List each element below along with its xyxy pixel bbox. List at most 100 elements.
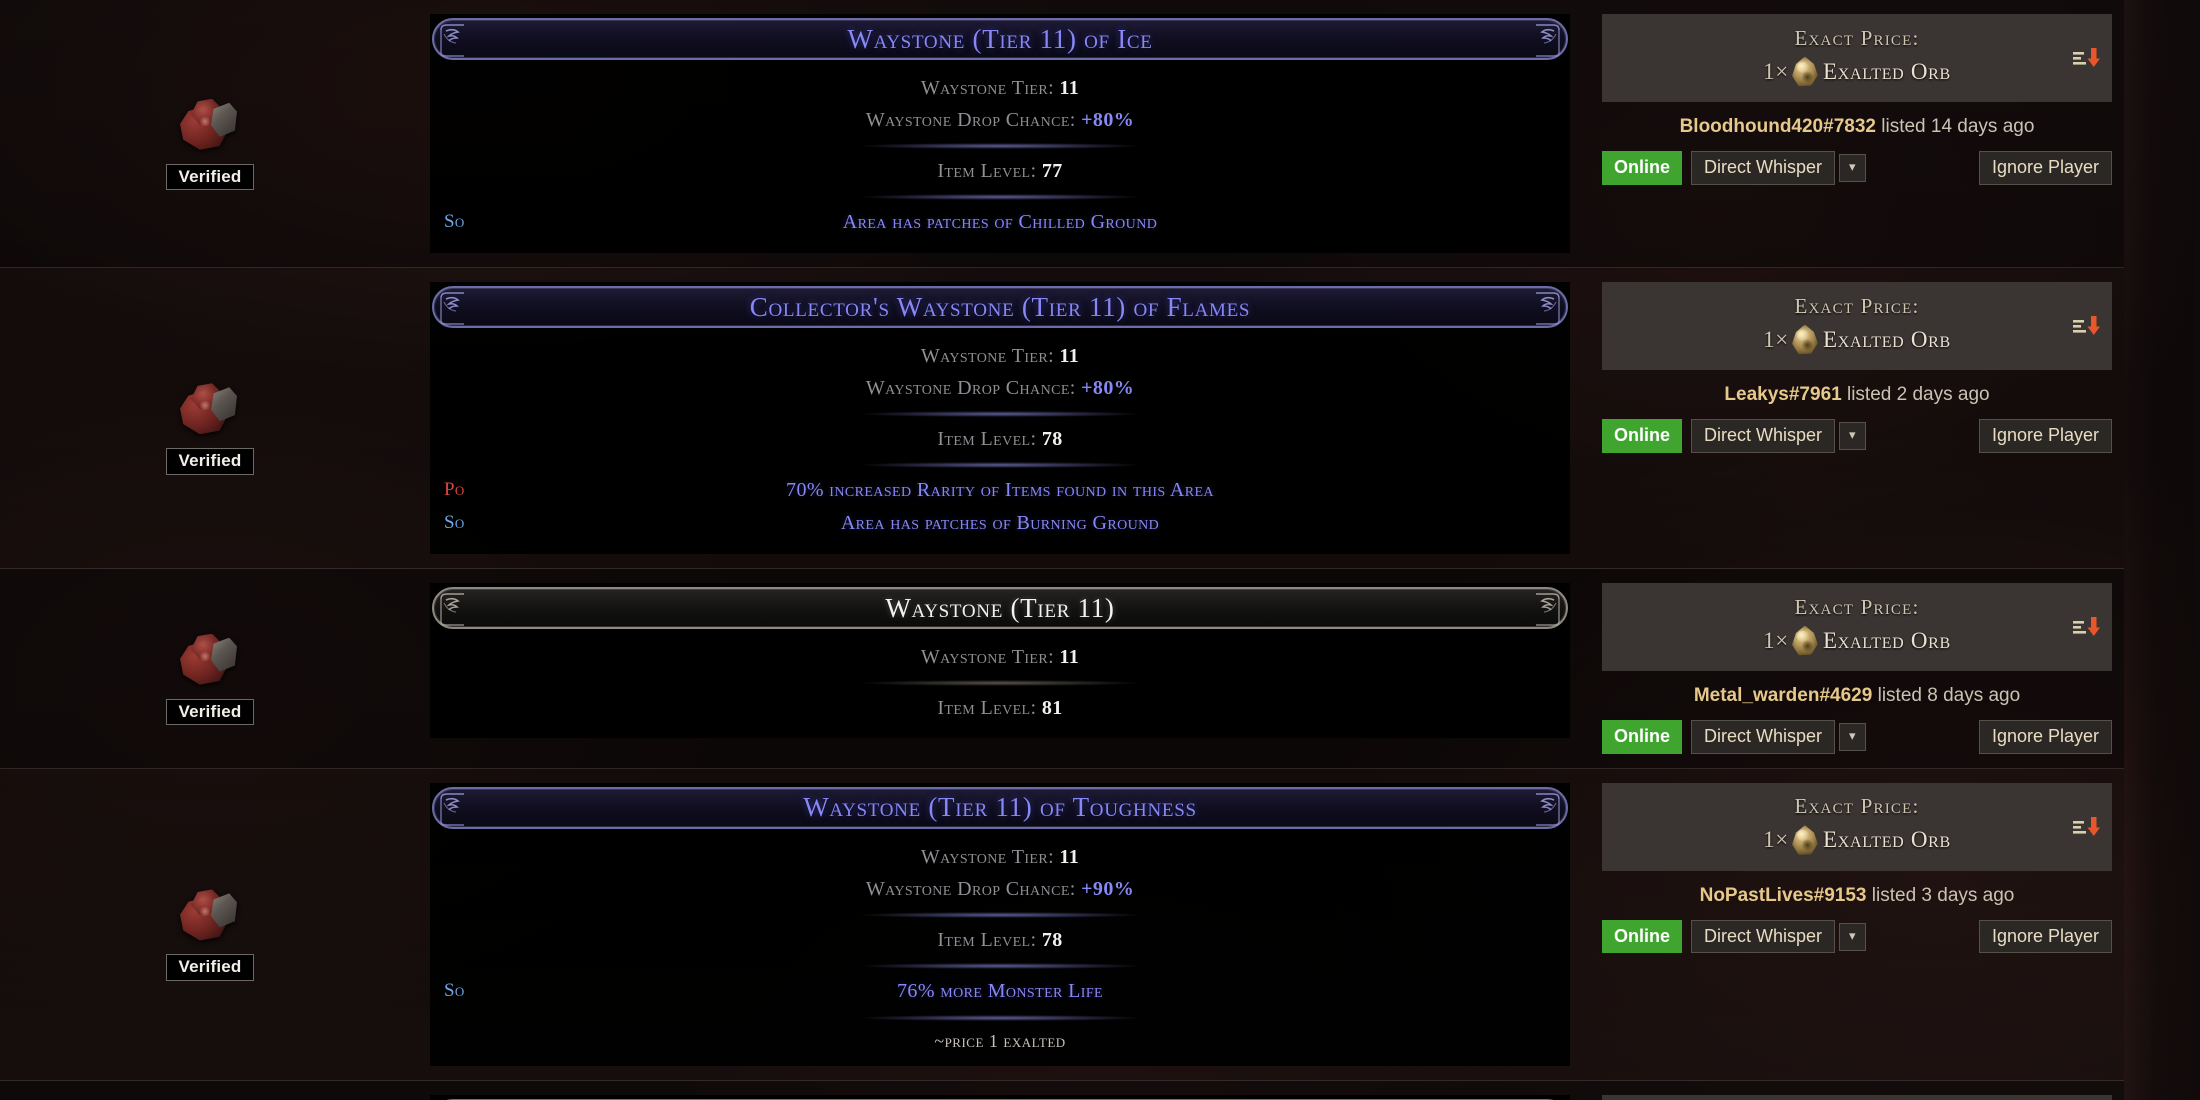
item-tooltip-cell[interactable]: Waystone (Tier 11) of Toughness Waystone … [420, 769, 1580, 1080]
item-header: Waystone (Tier 11) of Ice [432, 18, 1568, 60]
waystone-drop-chance-line: Waystone Drop Chance: +80% [865, 109, 1135, 131]
trade-results-page: Verified Waystone (Tier 11) of Ice Wayston… [0, 0, 2200, 1100]
item-tooltip: Collector's Waystone (Tier 11) of the Un… [430, 1094, 1570, 1100]
ornament-corner-left-icon [438, 591, 468, 627]
exalted-orb-icon [1788, 55, 1822, 89]
item-header: Waystone (Tier 11) [432, 587, 1568, 629]
item-tooltip-cell[interactable]: Collector's Waystone (Tier 11) of Flames… [420, 268, 1580, 568]
modifier-affix-tag: So [444, 979, 465, 1001]
item-icon-cell: Verified [0, 361, 420, 475]
whisper-dropdown-button[interactable]: ▾ [1839, 722, 1866, 751]
item-stats: Waystone Tier: 11 Waystone Drop Chance: +… [430, 328, 1570, 554]
listing-cell: Exact Price: 1× Exalted Orb Bloodhound420#7… [1580, 0, 2124, 199]
item-tooltip: Waystone (Tier 11) of Ice Waystone Tier: … [430, 14, 1570, 253]
scrollbar-track[interactable] [2194, 0, 2200, 1100]
exalted-orb-icon [1788, 323, 1822, 357]
item-tooltip-cell[interactable]: Collector's Waystone (Tier 11) of the Un… [420, 1081, 1580, 1100]
whisper-dropdown-button[interactable]: ▾ [1839, 153, 1866, 182]
listing-cell: Exact Price: 1× Exalted Orb Leakys#7961 lis… [1580, 268, 2124, 467]
item-price-note: ~price 1 exalted [934, 1030, 1066, 1051]
tooltip-separator [860, 143, 1140, 149]
direct-whisper-button[interactable]: Direct Whisper [1691, 151, 1836, 185]
exalted-orb-icon [1788, 823, 1822, 857]
item-header: Waystone (Tier 11) of Toughness [432, 786, 1568, 829]
search-result-row[interactable]: Verified Waystone (Tier 11) Waystone Tier:… [0, 569, 2124, 769]
item-modifier: So 76% more Monster Life [430, 975, 1570, 1008]
price-quantity: 1× [1763, 627, 1789, 653]
tooltip-separator [860, 680, 1140, 686]
search-result-row[interactable]: Collector's Waystone (Tier 11) of the Un… [0, 1080, 2124, 1100]
item-thumbnail-icon [177, 630, 243, 692]
item-tooltip-cell[interactable]: Waystone (Tier 11) of Ice Waystone Tier: … [420, 0, 1580, 267]
status-badge-online: Online [1602, 151, 1683, 185]
item-name: Collector's Waystone (Tier 11) of Flames [749, 291, 1251, 322]
item-icon-cell: Verified [0, 867, 420, 981]
item-modifier: So Area has patches of Chilled Ground [430, 206, 1570, 239]
item-tooltip-cell[interactable]: Waystone (Tier 11) Waystone Tier: 11 Item … [420, 569, 1580, 752]
account-name[interactable]: Metal_warden#4629 [1694, 685, 1873, 706]
item-stats: Waystone Tier: 11 Waystone Drop Chance: +… [430, 829, 1570, 1066]
whisper-dropdown-button[interactable]: ▾ [1839, 922, 1866, 951]
price-quantity: 1× [1763, 58, 1789, 84]
direct-whisper-button[interactable]: Direct Whisper [1691, 720, 1836, 754]
listed-time: listed 14 days ago [1881, 116, 2035, 137]
exact-price-label: Exact Price: [1794, 25, 1920, 50]
price-box: Exact Price:1×Exalted Orb [1602, 583, 2112, 671]
whisper-dropdown-button[interactable]: ▾ [1839, 421, 1866, 450]
price-box: Exact Price:1×Exalted Orb [1602, 282, 2112, 370]
price-value: 1× Exalted Orb [1763, 823, 1951, 857]
account-name[interactable]: Leakys#7961 [1724, 384, 1841, 405]
ignore-player-button[interactable]: Ignore Player [1978, 419, 2112, 453]
sort-descending-icon[interactable] [2072, 615, 2102, 639]
price-currency-name: Exalted Orb [1822, 58, 1951, 84]
item-stats: Waystone Tier: 11 Item Level: 81 [430, 629, 1570, 738]
search-result-row[interactable]: Verified Waystone (Tier 11) of Toughness W… [0, 768, 2124, 1081]
item-level-line: Item Level: 77 [937, 160, 1063, 182]
price-value: 1× Exalted Orb [1763, 624, 1951, 658]
search-result-row[interactable]: Verified Collector's Waystone (Tier 11) o… [0, 268, 2124, 569]
price-currency-name: Exalted Orb [1822, 326, 1951, 352]
waystone-drop-chance-line: Waystone Drop Chance: +80% [865, 377, 1135, 399]
item-level-line: Item Level: 78 [937, 928, 1063, 951]
status-badge-online: Online [1602, 919, 1683, 954]
item-modifier: Po 70% increased Rarity of Items found in… [430, 474, 1570, 507]
price-box: Exact Price:1×Exalted Orb [1602, 1094, 2112, 1100]
search-result-row[interactable]: Verified Waystone (Tier 11) of Ice Wayston… [0, 0, 2124, 268]
item-tooltip: Waystone (Tier 11) Waystone Tier: 11 Item … [430, 583, 1570, 738]
ornament-corner-left-icon [438, 290, 468, 326]
verified-badge: Verified [166, 163, 254, 191]
listing-cell: Exact Price:1×Exalted Orb [1580, 1081, 2124, 1100]
page-right-gutter [2124, 0, 2200, 1100]
waystone-tier-line: Waystone Tier: 11 [920, 77, 1080, 99]
item-tooltip: Collector's Waystone (Tier 11) of Flames… [430, 282, 1570, 554]
tooltip-separator [860, 911, 1140, 918]
tooltip-separator [860, 462, 1140, 468]
ornament-corner-right-icon [1532, 791, 1562, 827]
account-name[interactable]: Bloodhound420#7832 [1680, 116, 1876, 137]
listing-meta: Leakys#7961 listed 2 days ago [1602, 384, 2112, 406]
listed-time: listed 2 days ago [1846, 384, 1990, 405]
item-header: Collector's Waystone (Tier 11) of Flames [432, 286, 1568, 328]
waystone-tier-line: Waystone Tier: 11 [920, 845, 1080, 868]
price-quantity: 1× [1763, 326, 1789, 352]
listed-time: listed 8 days ago [1877, 685, 2021, 706]
sort-descending-icon[interactable] [2072, 314, 2102, 338]
ignore-player-button[interactable]: Ignore Player [1978, 151, 2112, 185]
sort-descending-icon[interactable] [2072, 46, 2102, 70]
ornament-corner-right-icon [1532, 22, 1562, 58]
price-box: Exact Price:1×Exalted Orb [1602, 782, 2112, 871]
tooltip-separator [860, 411, 1140, 417]
account-name[interactable]: NoPastLives#9153 [1700, 885, 1867, 906]
sort-descending-icon[interactable] [2072, 815, 2102, 839]
item-stats: Waystone Tier: 11 Waystone Drop Chance: +… [430, 60, 1570, 253]
ornament-corner-left-icon [438, 22, 468, 58]
ignore-player-button[interactable]: Ignore Player [1978, 720, 2112, 754]
direct-whisper-button[interactable]: Direct Whisper [1691, 919, 1836, 954]
ornament-corner-right-icon [1532, 591, 1562, 627]
price-quantity: 1× [1763, 827, 1789, 853]
direct-whisper-button[interactable]: Direct Whisper [1691, 419, 1836, 453]
ignore-player-button[interactable]: Ignore Player [1978, 919, 2112, 954]
listing-actions: Online Direct Whisper ▾ Ignore Player [1602, 151, 2112, 185]
search-results-list[interactable]: Verified Waystone (Tier 11) of Ice Wayston… [0, 0, 2124, 1100]
waystone-tier-line: Waystone Tier: 11 [920, 646, 1080, 668]
